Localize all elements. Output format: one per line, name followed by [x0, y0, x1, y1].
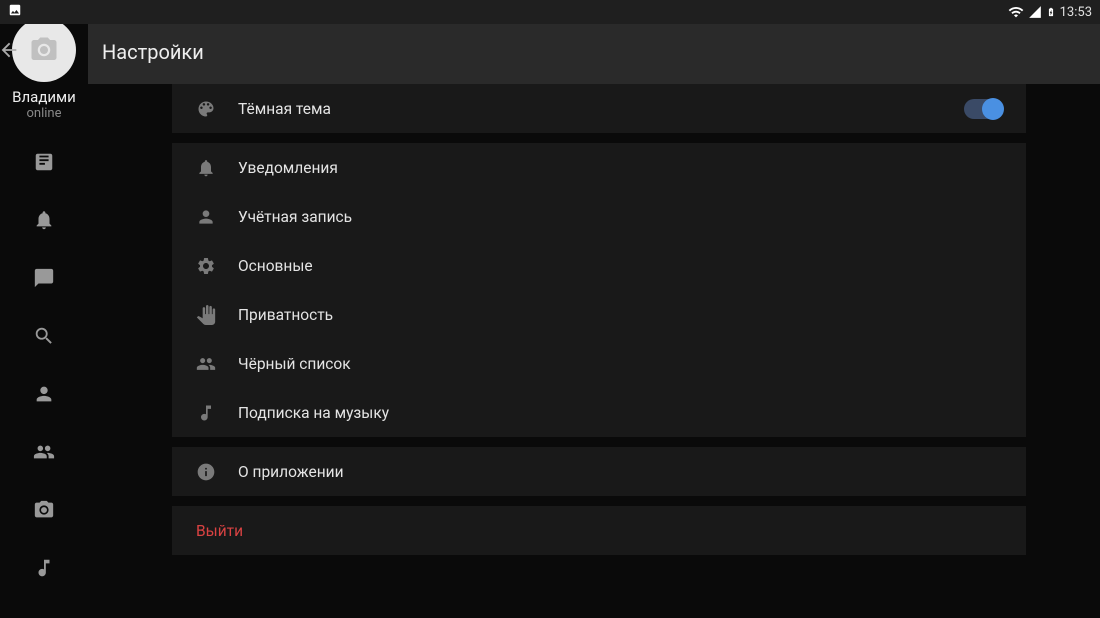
section-appearance: Тёмная тема [172, 84, 1026, 133]
row-main[interactable]: Основные [172, 241, 1026, 290]
bell-icon[interactable] [33, 209, 55, 231]
row-about[interactable]: О приложении [172, 447, 1026, 496]
nav-rail [33, 151, 55, 579]
main-label: Основные [238, 257, 1002, 275]
account-label: Учётная запись [238, 208, 1002, 226]
avatar[interactable] [12, 18, 76, 82]
row-account[interactable]: Учётная запись [172, 192, 1026, 241]
row-notifications[interactable]: Уведомления [172, 143, 1026, 192]
info-icon [196, 462, 216, 482]
row-logout[interactable]: Выйти [172, 506, 1026, 555]
row-privacy[interactable]: Приватность [172, 290, 1026, 339]
signal-icon [1028, 5, 1042, 19]
section-about: О приложении [172, 447, 1026, 496]
bell-icon [196, 158, 216, 178]
settings-content: Тёмная тема Уведомления Учётная запись О… [172, 84, 1026, 618]
group-icon[interactable] [33, 441, 55, 463]
person-icon [196, 207, 216, 227]
dark-theme-label: Тёмная тема [238, 100, 964, 118]
section-general: Уведомления Учётная запись Основные Прив… [172, 143, 1026, 437]
row-dark-theme[interactable]: Тёмная тема [172, 84, 1026, 133]
wifi-icon [1008, 4, 1024, 20]
battery-charging-icon [1046, 4, 1056, 20]
logout-label: Выйти [196, 522, 1002, 540]
statusbar-right: 13:53 [1008, 4, 1092, 20]
music-sub-label: Подписка на музыку [238, 404, 1002, 422]
chat-icon[interactable] [33, 267, 55, 289]
group-icon [196, 354, 216, 374]
page-title: Настройки [102, 40, 204, 64]
statusbar-left [8, 3, 22, 21]
about-label: О приложении [238, 463, 1002, 481]
palette-icon [196, 99, 216, 119]
feed-icon[interactable] [33, 151, 55, 173]
status-bar: 13:53 [0, 0, 1100, 24]
row-blacklist[interactable]: Чёрный список [172, 339, 1026, 388]
camera-nav-icon[interactable] [33, 499, 55, 521]
row-music-sub[interactable]: Подписка на музыку [172, 388, 1026, 437]
clock: 13:53 [1060, 5, 1092, 20]
back-icon[interactable] [0, 39, 20, 61]
section-logout: Выйти [172, 506, 1026, 555]
person-icon[interactable] [33, 383, 55, 405]
dark-theme-toggle[interactable] [964, 99, 1002, 119]
search-icon[interactable] [33, 325, 55, 347]
gear-icon [196, 256, 216, 276]
hand-icon [196, 305, 216, 325]
image-icon [8, 3, 22, 17]
music-icon [196, 403, 216, 423]
music-nav-icon[interactable] [33, 557, 55, 579]
notifications-label: Уведомления [238, 159, 1002, 177]
user-status: online [27, 106, 62, 121]
camera-icon [29, 35, 59, 65]
user-name: Владими [12, 88, 76, 106]
blacklist-label: Чёрный список [238, 355, 1002, 373]
privacy-label: Приватность [238, 306, 1002, 324]
sidebar: Владими online [0, 0, 88, 618]
